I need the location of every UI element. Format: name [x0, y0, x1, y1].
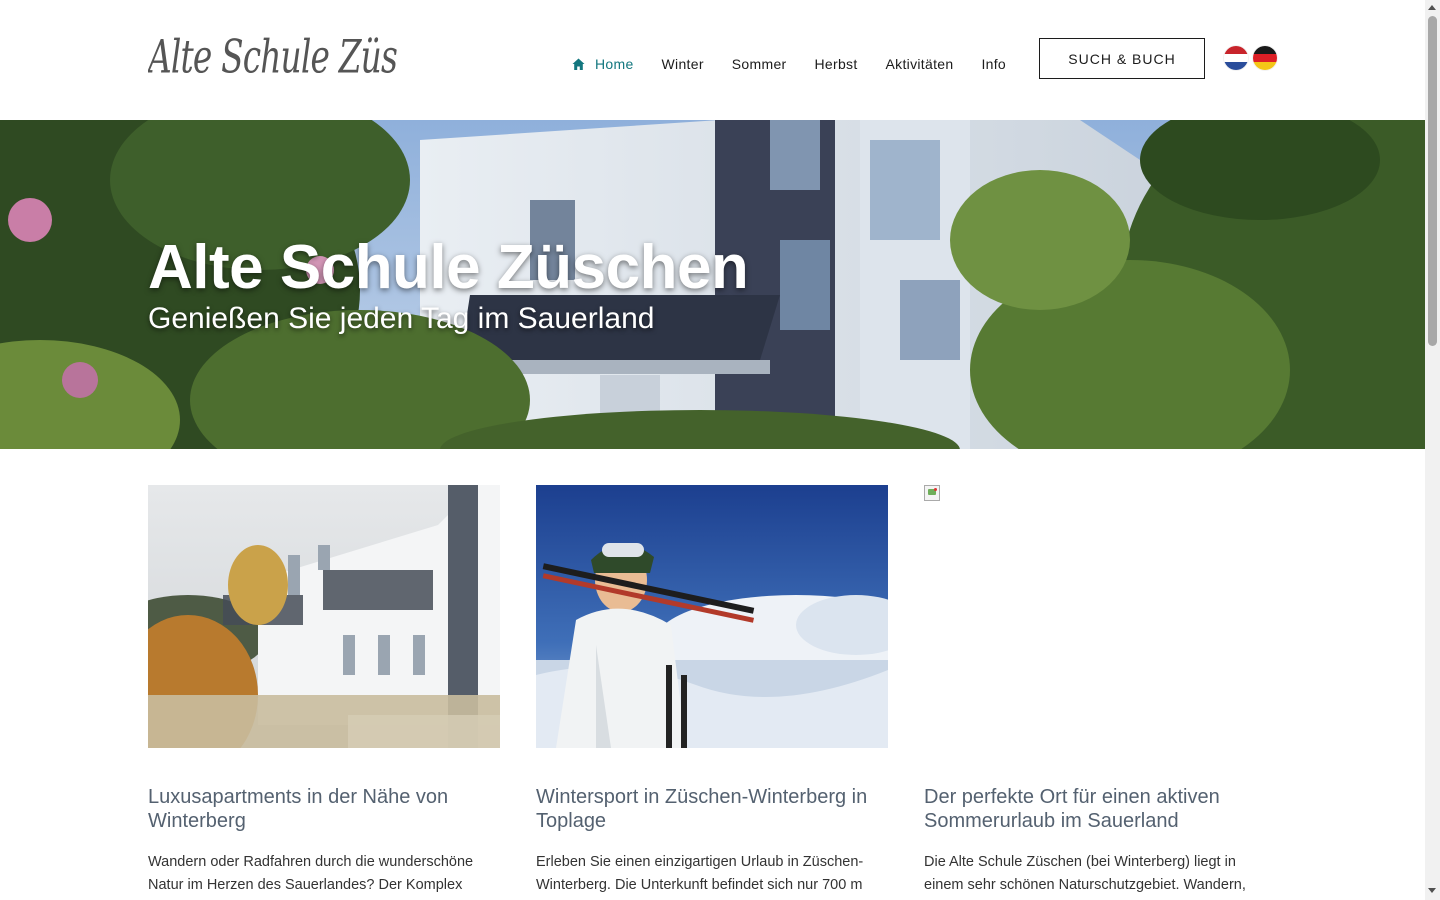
- card-title-apartments[interactable]: Luxusapartments in der Nähe von Winterbe…: [148, 785, 508, 833]
- card-text-apartments: Wandern oder Radfahren durch die wunders…: [148, 854, 474, 893]
- hero-banner: Alte Schule Züschen Genießen Sie jeden T…: [0, 120, 1425, 449]
- page-scrollbar[interactable]: [1425, 0, 1440, 900]
- site-header: Alte Schule Züschen Home Winter Sommer H…: [0, 0, 1425, 120]
- card-text-wintersport: Erleben Sie einen einzigartigen Urlaub i…: [536, 854, 864, 893]
- nav-item-winter[interactable]: Winter: [662, 56, 704, 72]
- hero-title: Alte Schule Züschen: [148, 233, 749, 302]
- card-image-apartments[interactable]: [148, 485, 500, 748]
- de-flag-icon[interactable]: [1253, 46, 1277, 70]
- nav-item-sommer[interactable]: Sommer: [732, 56, 787, 72]
- logo-text: Alte Schule Züschen: [148, 31, 398, 84]
- card-title-wintersport[interactable]: Wintersport in Züschen-Winterberg in Top…: [536, 785, 896, 833]
- card-title-sommerurlaub[interactable]: Der perfekte Ort für einen aktiven Somme…: [924, 785, 1284, 833]
- nav-label-aktivitaeten: Aktivitäten: [885, 56, 954, 72]
- nav-item-home[interactable]: Home: [572, 56, 634, 72]
- nav-item-herbst[interactable]: Herbst: [815, 56, 858, 72]
- site-logo[interactable]: Alte Schule Züschen: [145, 24, 475, 96]
- card-apartments: Luxusapartments in der Nähe von Winterbe…: [148, 485, 500, 893]
- nav-label-sommer: Sommer: [731, 56, 787, 72]
- scroll-thumb[interactable]: [1428, 16, 1437, 346]
- search-book-button[interactable]: SUCH & BUCH: [1039, 38, 1205, 79]
- scroll-down-arrow-icon[interactable]: [1428, 888, 1436, 893]
- nl-flag-icon[interactable]: [1224, 46, 1248, 70]
- card-wintersport: Wintersport in Züschen-Winterberg in Top…: [536, 485, 888, 893]
- card-image-sommerurlaub[interactable]: [924, 485, 1276, 748]
- hero-subtitle: Genießen Sie jeden Tag im Sauerland: [148, 302, 655, 335]
- card-text-sommerurlaub: Die Alte Schule Züschen (bei Winterberg)…: [924, 854, 1246, 893]
- nav-item-aktivitaeten[interactable]: Aktivitäten: [886, 56, 954, 72]
- card-sommerurlaub: Der perfekte Ort für einen aktiven Somme…: [924, 485, 1276, 893]
- card-image-wintersport[interactable]: [536, 485, 888, 748]
- broken-image-icon: [924, 485, 940, 501]
- nav-item-info[interactable]: Info: [981, 56, 1006, 72]
- nav-label-home: Home: [595, 56, 634, 72]
- scroll-up-arrow-icon[interactable]: [1428, 5, 1436, 10]
- nav-label-info: Info: [981, 56, 1006, 72]
- main-nav: Home Winter Sommer Herbst Aktivitäten In…: [572, 56, 1034, 72]
- home-icon: [572, 58, 586, 71]
- nav-label-winter: Winter: [661, 56, 704, 72]
- nav-label-herbst: Herbst: [814, 56, 858, 72]
